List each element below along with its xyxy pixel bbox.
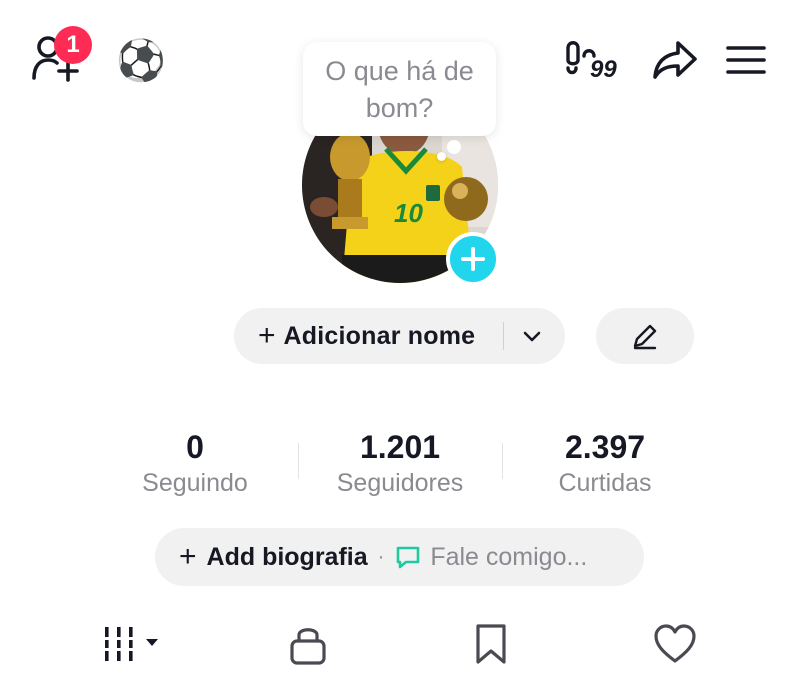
heart-icon	[654, 624, 696, 663]
edit-profile-button[interactable]	[596, 308, 694, 364]
stat-value: 1.201	[359, 429, 441, 465]
stat-divider	[502, 443, 503, 479]
tab-saved[interactable]	[473, 623, 509, 665]
tab-liked[interactable]	[653, 623, 697, 665]
stat-divider	[298, 443, 299, 479]
menu-icon[interactable]	[726, 44, 766, 76]
footprint-button[interactable]: 99	[564, 38, 624, 83]
stat-value: 2.397	[564, 429, 646, 465]
bubble-tail-large	[447, 140, 461, 154]
footprint-count: 99	[590, 56, 617, 83]
status-bubble[interactable]: O que há de bom?	[303, 42, 496, 136]
avatar-add-button[interactable]	[446, 232, 500, 286]
profile-page: 1 ⚽ 99 10 O que há de bom? + Adicionar n…	[0, 0, 800, 679]
plus-icon: +	[179, 540, 197, 573]
top-left-actions: 1 ⚽	[30, 26, 166, 84]
add-name-button[interactable]: + Adicionar nome	[234, 308, 565, 364]
add-bio-button[interactable]: Add biografia	[207, 543, 368, 572]
stat-label: Curtidas	[558, 469, 652, 497]
stat-following[interactable]: 0 Seguindo	[120, 430, 270, 500]
chevron-down-icon[interactable]	[519, 323, 545, 349]
bookmark-icon	[476, 624, 506, 664]
stat-value: 0	[186, 429, 204, 465]
notification-badge: 1	[54, 26, 92, 64]
chat-icon	[394, 543, 422, 571]
plus-icon	[461, 247, 485, 271]
lock-icon	[290, 628, 326, 665]
share-icon[interactable]	[652, 40, 698, 80]
add-friend-button[interactable]: 1	[30, 26, 92, 84]
talk-to-me-button[interactable]: Fale comigo...	[430, 543, 587, 572]
grid-icon	[105, 627, 158, 661]
plus-icon: +	[258, 319, 276, 352]
svg-text:10: 10	[394, 198, 423, 228]
add-name-label: Adicionar nome	[283, 321, 476, 350]
bio-bar: + Add biografia · Fale comigo...	[155, 528, 644, 586]
pencil-icon	[633, 324, 657, 350]
tab-videos[interactable]	[103, 623, 165, 665]
tab-private[interactable]	[288, 623, 328, 665]
stat-followers[interactable]: 1.201 Seguidores	[315, 430, 485, 500]
stat-label: Seguidores	[336, 469, 464, 497]
bubble-tail-small	[437, 152, 446, 161]
top-right-actions: 99	[564, 38, 766, 83]
stat-label: Seguindo	[142, 469, 248, 497]
divider	[503, 322, 504, 350]
stat-likes[interactable]: 2.397 Curtidas	[520, 430, 690, 500]
separator-dot: ·	[377, 545, 385, 568]
soccer-ball-icon[interactable]: ⚽	[116, 41, 166, 81]
